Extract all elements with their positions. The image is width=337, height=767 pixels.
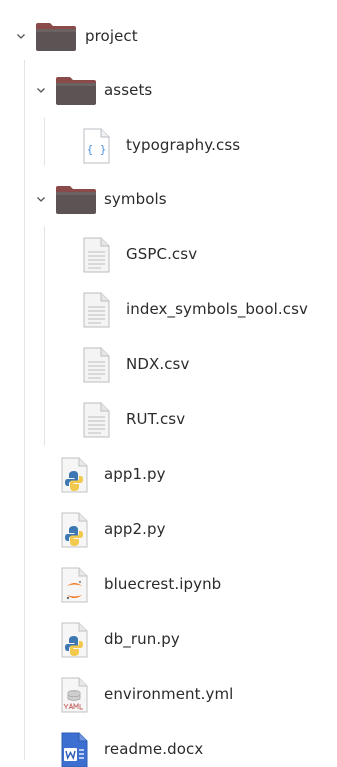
tree-item-label: typography.css [126, 136, 241, 154]
tree-item-label: environment.yml [104, 685, 234, 703]
tree-item-label: readme.docx [104, 740, 204, 758]
yaml-file-icon [59, 677, 89, 713]
text-file-icon [81, 292, 111, 328]
tree-item-label: assets [104, 81, 153, 99]
jupyter-notebook-icon [59, 567, 89, 603]
tree-item-typography-css[interactable]: { } typography.css [0, 118, 337, 172]
tree-item-label: symbols [104, 190, 167, 208]
python-file-icon [59, 512, 89, 548]
tree-item-environment-yml[interactable]: environment.yml [0, 667, 337, 721]
folder-icon [54, 184, 98, 216]
chevron-down-icon[interactable] [34, 83, 48, 97]
tree-item-assets[interactable]: assets [0, 63, 337, 117]
tree-item-bluecrest-ipynb[interactable]: bluecrest.ipynb [0, 557, 337, 611]
tree-item-label: bluecrest.ipynb [104, 575, 222, 593]
tree-item-label: db_run.py [104, 630, 180, 648]
tree-item-label: app2.py [104, 520, 166, 538]
tree-item-project[interactable]: project [0, 9, 337, 63]
text-file-icon [81, 347, 111, 383]
file-tree: project assets { } typography.css symbol… [0, 0, 337, 767]
tree-item-label: index_symbols_bool.csv [126, 300, 308, 318]
tree-item-index-symbols-bool-csv[interactable]: index_symbols_bool.csv [0, 282, 337, 336]
tree-item-symbols[interactable]: symbols [0, 172, 337, 226]
tree-item-label: GSPC.csv [126, 245, 198, 263]
python-file-icon [59, 457, 89, 493]
tree-item-rut-csv[interactable]: RUT.csv [0, 392, 337, 446]
tree-item-app2-py[interactable]: app2.py [0, 502, 337, 556]
text-file-icon [81, 237, 111, 273]
chevron-down-icon[interactable] [14, 29, 28, 43]
tree-item-app1-py[interactable]: app1.py [0, 447, 337, 501]
css-file-icon: { } [81, 128, 111, 164]
svg-text:{ }: { } [87, 143, 107, 156]
word-document-icon [59, 732, 89, 767]
tree-item-label: app1.py [104, 465, 166, 483]
tree-item-gspc-csv[interactable]: GSPC.csv [0, 227, 337, 281]
tree-item-ndx-csv[interactable]: NDX.csv [0, 337, 337, 391]
folder-icon [34, 21, 78, 53]
folder-icon [54, 75, 98, 107]
tree-item-label: NDX.csv [126, 355, 190, 373]
chevron-down-icon[interactable] [34, 192, 48, 206]
tree-item-label: project [85, 27, 138, 45]
tree-item-db-run-py[interactable]: db_run.py [0, 612, 337, 666]
text-file-icon [81, 402, 111, 438]
tree-item-readme-docx[interactable]: readme.docx [0, 722, 337, 767]
tree-item-label: RUT.csv [126, 410, 186, 428]
python-file-icon [59, 622, 89, 658]
